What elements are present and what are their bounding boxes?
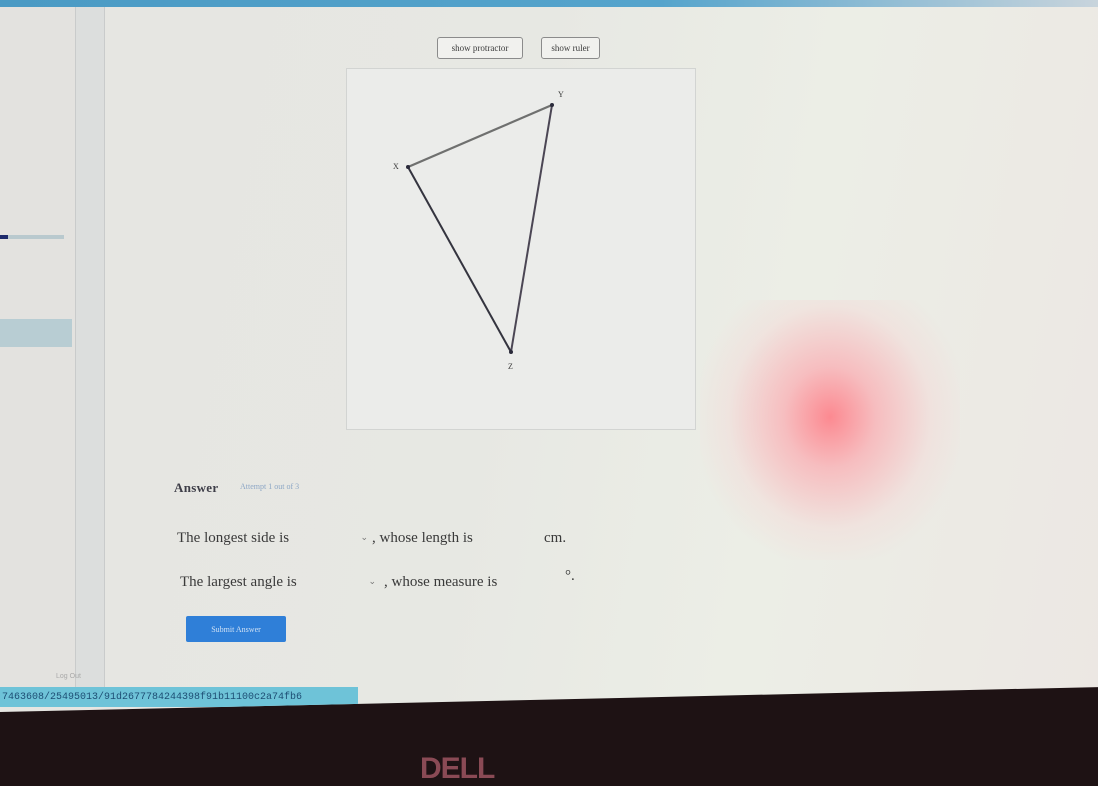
triangle-figure: X Y Z (346, 68, 696, 430)
side-yz (510, 104, 553, 353)
progress-bar (0, 235, 64, 239)
show-protractor-button[interactable]: show protractor (437, 37, 523, 59)
dell-logo: DELL (420, 752, 495, 785)
largest-angle-select[interactable]: ⌄ (330, 576, 376, 594)
progress-fill (0, 235, 8, 239)
vertex-x[interactable] (406, 165, 410, 169)
longest-side-prefix: The longest side is (177, 530, 290, 546)
screen-glare (700, 300, 960, 560)
chevron-down-icon: ⌄ (368, 576, 376, 586)
angle-measure-input[interactable] (525, 574, 565, 592)
monitor-screen: show protractor show ruler X Y Z Answer … (0, 0, 1098, 712)
longest-side-suffix: cm. (544, 530, 567, 546)
submit-answer-button[interactable]: Submit Answer (186, 616, 286, 642)
top-bar (0, 0, 1098, 7)
attempt-counter: Attempt 1 out of 3 (240, 482, 300, 491)
logout-link[interactable]: Log Out (56, 673, 81, 680)
largest-angle-prefix: The largest angle is (180, 574, 297, 590)
sidebar-nav-item[interactable] (0, 319, 72, 347)
side-xz (407, 166, 512, 353)
longest-side-select[interactable]: ⌄ (322, 532, 368, 550)
chevron-down-icon: ⌄ (360, 532, 368, 542)
vertex-label-x: X (393, 162, 399, 171)
vertex-label-y: Y (558, 90, 564, 99)
vertex-label-z: Z (508, 362, 513, 371)
vertex-y[interactable] (550, 103, 554, 107)
triangle-svg: X Y Z (393, 90, 564, 371)
largest-angle-suffix: °. (565, 568, 575, 584)
largest-angle-middle: , whose measure is (384, 574, 498, 590)
longest-side-middle: , whose length is (372, 530, 473, 546)
left-sidebar (0, 7, 75, 687)
side-xy (407, 103, 553, 169)
side-length-input[interactable] (500, 530, 540, 548)
answer-heading: Answer (174, 480, 219, 495)
show-ruler-button[interactable]: show ruler (541, 37, 600, 59)
vertex-z[interactable] (509, 350, 513, 354)
status-url-bar: 7463608/25495013/91d2677784244398f91b111… (0, 687, 358, 707)
sidebar-rail[interactable] (75, 7, 105, 687)
